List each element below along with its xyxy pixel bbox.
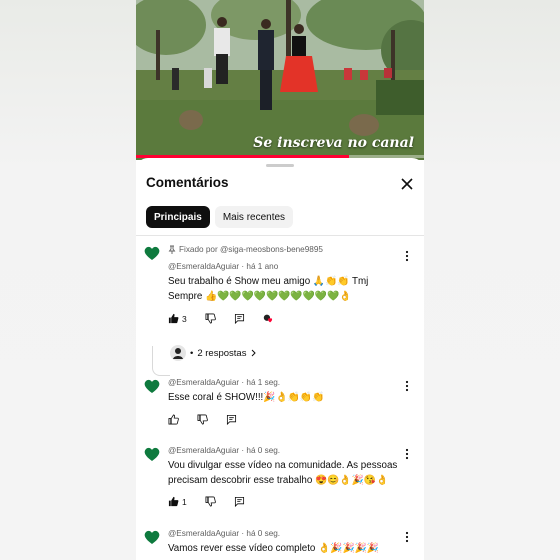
- like-button[interactable]: [168, 414, 179, 425]
- video-overlay-text: Se inscreva no canal: [253, 135, 414, 151]
- comments-sheet: Comentários Principais Mais recentes Fix…: [136, 158, 424, 560]
- creator-heart-icon: [263, 314, 272, 323]
- comment-text: Vamos rever esse vídeo completo 👌🎉🎉🎉🎉: [168, 543, 380, 554]
- thumbs-up-icon: [168, 496, 179, 507]
- dislike-button[interactable]: [197, 414, 208, 425]
- like-button[interactable]: 1: [168, 496, 187, 507]
- background-blur-left: [0, 0, 136, 560]
- close-icon[interactable]: [399, 176, 415, 192]
- thumbs-down-icon: [197, 414, 208, 425]
- filter-chips: Principais Mais recentes: [146, 206, 294, 228]
- comment-actions: [168, 414, 255, 425]
- pinned-text: Fixado por @siga-meosbons-bene9895: [179, 245, 323, 254]
- dislike-button[interactable]: [205, 313, 216, 324]
- comment-text: Vou divulgar esse vídeo na comunidade. A…: [168, 460, 398, 486]
- dislike-button[interactable]: [205, 496, 216, 507]
- comments-title: Comentários: [146, 175, 229, 190]
- drag-handle[interactable]: [266, 164, 294, 167]
- thumbs-up-icon: [168, 313, 179, 324]
- reply-icon: [234, 496, 244, 507]
- creator-heart: [263, 313, 274, 324]
- comment-actions: 1: [168, 496, 263, 507]
- more-vert-icon[interactable]: [403, 250, 411, 262]
- pin-icon: [168, 245, 176, 254]
- thread-line: [152, 346, 170, 376]
- filter-chip-mais-recentes[interactable]: Mais recentes: [214, 206, 294, 228]
- avatar[interactable]: [143, 445, 161, 463]
- comment-text: Esse coral é SHOW!!!🎉👌👏👏👏: [168, 392, 325, 403]
- replies-label: 2 respostas: [197, 347, 247, 359]
- comment-actions: 3: [168, 313, 292, 324]
- comment-meta[interactable]: @EsmeraldaAguiar · há 0 seg.: [168, 446, 280, 455]
- more-vert-icon[interactable]: [403, 380, 411, 392]
- like-button[interactable]: 3: [168, 313, 187, 324]
- thumbs-up-icon: [168, 414, 179, 425]
- view-replies-button[interactable]: • 2 respostas: [170, 345, 257, 361]
- avatar[interactable]: [143, 244, 161, 262]
- more-vert-icon[interactable]: [403, 448, 411, 460]
- screen: Se inscreva no canal Comentários Princip…: [0, 0, 560, 560]
- chevron-right-icon: [252, 349, 257, 357]
- more-vert-icon[interactable]: [403, 531, 411, 543]
- comment-text: Seu trabalho é Show meu amigo 🙏👏👏 Tmj Se…: [168, 276, 369, 302]
- reply-avatar: [170, 345, 186, 361]
- avatar[interactable]: [143, 528, 161, 546]
- thumbs-down-icon: [205, 496, 216, 507]
- thumbs-down-icon: [205, 313, 216, 324]
- reply-icon: [226, 414, 237, 425]
- video-player[interactable]: Se inscreva no canal: [136, 0, 424, 160]
- avatar[interactable]: [143, 377, 161, 395]
- bullet-icon: •: [190, 347, 194, 359]
- filter-chip-principais[interactable]: Principais: [146, 206, 210, 228]
- phone-screen: Se inscreva no canal Comentários Princip…: [136, 0, 424, 560]
- comment-meta[interactable]: @EsmeraldaAguiar · há 1 seg.: [168, 378, 280, 387]
- comment-meta[interactable]: @EsmeraldaAguiar · há 0 seg.: [168, 529, 280, 538]
- like-count: 1: [182, 496, 187, 507]
- comment-meta[interactable]: @EsmeraldaAguiar · há 1 ano: [168, 262, 278, 271]
- reply-button[interactable]: [234, 496, 245, 507]
- pinned-label: Fixado por @siga-meosbons-bene9895: [168, 245, 323, 254]
- reply-button[interactable]: [226, 414, 237, 425]
- reply-button[interactable]: [234, 313, 245, 324]
- reply-icon: [234, 313, 244, 324]
- divider: [136, 235, 424, 236]
- like-count: 3: [182, 313, 187, 324]
- background-blur-right: [424, 0, 560, 560]
